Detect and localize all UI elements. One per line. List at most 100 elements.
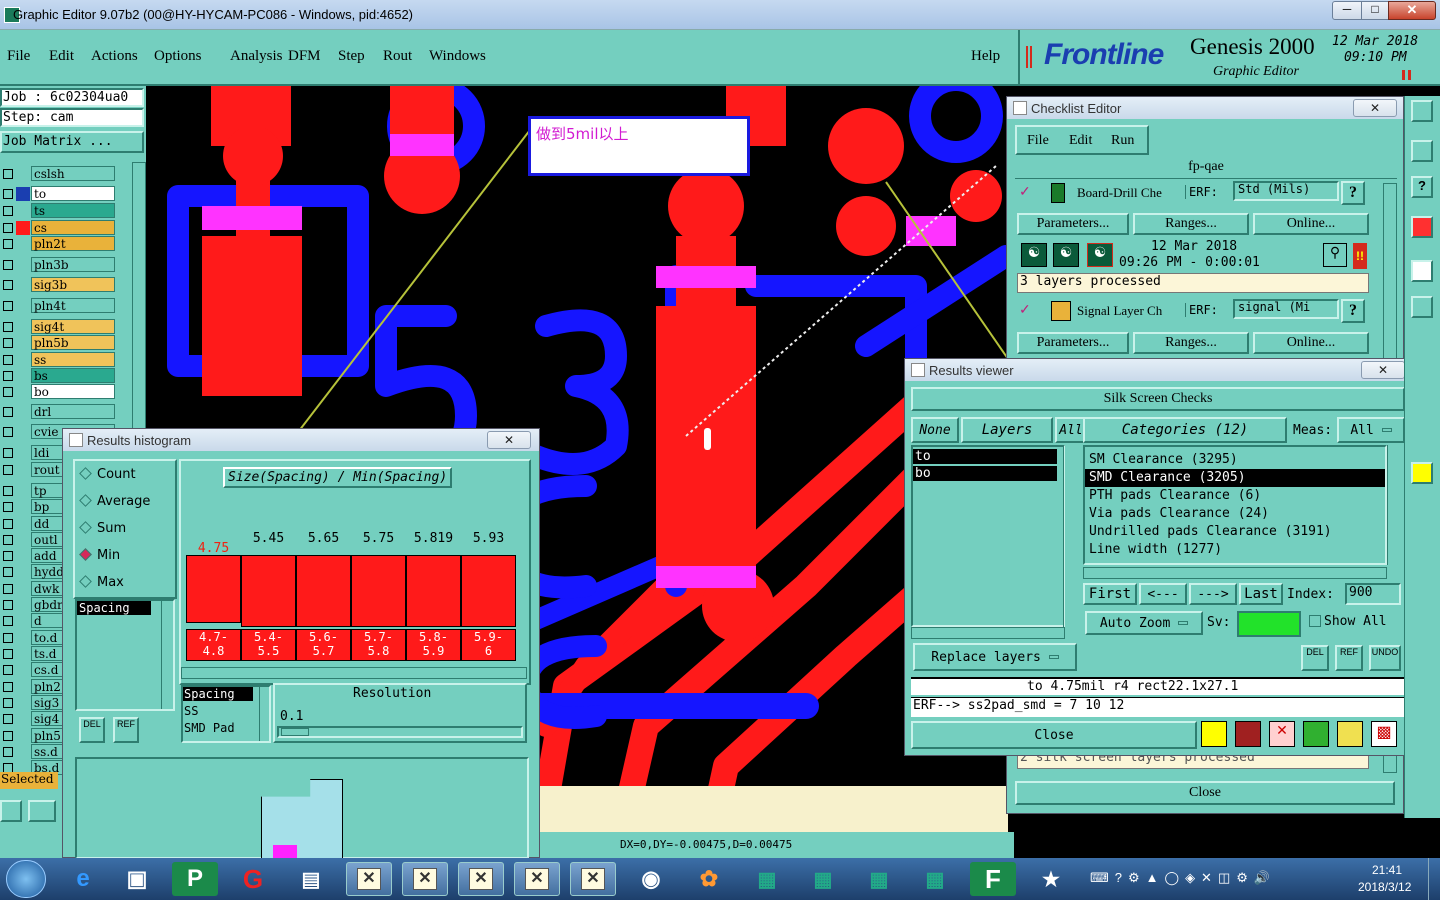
resolution-slider[interactable] — [277, 726, 523, 738]
tool-icon-1[interactable] — [1411, 100, 1433, 122]
save-icon[interactable]: ▣ — [114, 862, 160, 896]
checklist-menu-edit[interactable]: Edit — [1069, 133, 1092, 149]
option-min[interactable]: Min — [79, 548, 120, 563]
tool-help-icon[interactable]: ? — [1411, 176, 1433, 198]
histogram-bar[interactable] — [241, 555, 296, 627]
results-ref-button[interactable]: REF — [1335, 645, 1363, 671]
checklist-close-button[interactable]: Close — [1015, 781, 1395, 805]
layers-none-button[interactable]: None — [911, 417, 959, 443]
resolution-slider-handle[interactable] — [281, 728, 309, 736]
checklist-close-x-button[interactable]: ✕ — [1353, 99, 1397, 117]
taskbar-window-5[interactable]: ✕ — [570, 862, 616, 896]
check2-erf-value[interactable]: signal (Mi — [1233, 299, 1339, 319]
layer-checkbox[interactable] — [3, 600, 13, 610]
check1-parameters-button[interactable]: Parameters... — [1017, 213, 1129, 235]
layer-checkbox[interactable] — [3, 584, 13, 594]
layer-row-ts[interactable]: ts — [0, 203, 146, 220]
replace-layers-button[interactable]: Replace layers — [913, 643, 1077, 671]
layer-checkbox[interactable] — [3, 407, 13, 417]
maximize-button[interactable]: □ — [1361, 1, 1389, 20]
excel-icon-1[interactable]: ▦ — [744, 862, 790, 896]
layer-checkbox[interactable] — [3, 747, 13, 757]
layer-row-drl[interactable]: drl — [0, 404, 146, 421]
layer-checkbox[interactable] — [3, 169, 13, 179]
menu-actions[interactable]: Actions — [91, 48, 138, 65]
step-icon[interactable] — [1303, 721, 1329, 747]
layer-checkbox[interactable] — [3, 280, 13, 290]
doc-icon[interactable]: ▤ — [288, 862, 334, 896]
histogram-bar[interactable] — [406, 555, 461, 627]
option-max[interactable]: Max — [79, 575, 124, 590]
taskbar-window-3[interactable]: ✕ — [458, 862, 504, 896]
category-item[interactable]: Undrilled pads Clearance (3191) — [1085, 523, 1385, 541]
eye-app-icon[interactable]: ◉ — [628, 862, 674, 896]
layer-checkbox[interactable] — [3, 427, 13, 437]
attr-list-scrollbar[interactable] — [161, 601, 173, 709]
menu-help[interactable]: Help — [971, 48, 1000, 65]
tool-icon-7[interactable] — [1411, 462, 1433, 484]
layer-result-bo[interactable]: bo — [913, 466, 1057, 481]
layer-row-bs[interactable]: bs — [0, 368, 146, 385]
histogram-bar[interactable] — [351, 555, 406, 627]
layer-checkbox[interactable] — [3, 371, 13, 381]
layers-button[interactable]: Layers — [961, 417, 1053, 443]
excel-icon-4[interactable]: ▦ — [912, 862, 958, 896]
check1-online-button[interactable]: Online... — [1253, 213, 1369, 235]
nav-next-button[interactable]: ---> — [1189, 583, 1237, 605]
layer-tool-button[interactable] — [0, 800, 22, 822]
layer-checkbox[interactable] — [3, 387, 13, 397]
results-del-button[interactable]: DEL — [1301, 645, 1329, 671]
check1-help-button[interactable]: ? — [1341, 181, 1365, 205]
layer-checkbox[interactable] — [3, 338, 13, 348]
taskbar-window-2[interactable]: ✕ — [402, 862, 448, 896]
start-button[interactable] — [6, 860, 46, 898]
layer-checkbox[interactable] — [3, 260, 13, 270]
export-icon[interactable] — [1201, 721, 1227, 747]
layer-checkbox[interactable] — [3, 322, 13, 332]
category-scrollbar[interactable] — [1387, 445, 1399, 565]
menu-rout[interactable]: Rout — [383, 48, 412, 65]
category-item[interactable]: SM Clearance (3295) — [1085, 451, 1385, 469]
job-matrix-button[interactable]: Job Matrix ... — [0, 131, 144, 153]
layer-row-sig4t[interactable]: sig4t — [0, 319, 146, 336]
nav-prev-button[interactable]: <--- — [1139, 583, 1187, 605]
menu-windows[interactable]: Windows — [429, 48, 486, 65]
layer-result-to[interactable]: to — [913, 449, 1057, 464]
category-h-scrollbar[interactable] — [1083, 567, 1387, 579]
histogram-bar[interactable] — [461, 555, 516, 627]
histogram-icon[interactable]: ▩ — [1371, 721, 1397, 747]
layer-checkbox[interactable] — [3, 682, 13, 692]
menu-edit[interactable]: Edit — [49, 48, 74, 65]
layer-checkbox[interactable] — [3, 535, 13, 545]
layer-checkbox[interactable] — [3, 239, 13, 249]
layer-result-h-scrollbar[interactable] — [911, 627, 1065, 639]
attr-list-item-spacing[interactable]: Spacing — [77, 601, 151, 615]
lower-list-item-smd-pad[interactable]: SMD Pad — [183, 721, 269, 735]
histogram-close-button[interactable]: ✕ — [487, 431, 531, 449]
index-input[interactable]: 900 — [1345, 583, 1401, 605]
g-app-icon[interactable]: G — [230, 862, 276, 896]
show-all-checkbox[interactable] — [1309, 615, 1321, 627]
checklist-menu-file[interactable]: File — [1027, 133, 1049, 149]
layer-checkbox[interactable] — [3, 714, 13, 724]
check2-online-button[interactable]: Online... — [1253, 332, 1369, 354]
check1-erf-value[interactable]: Std (Mils) — [1233, 181, 1339, 201]
layer-checkbox[interactable] — [3, 502, 13, 512]
check2-help-button[interactable]: ? — [1341, 299, 1365, 323]
menu-step[interactable]: Step — [338, 48, 365, 65]
menu-dfm[interactable]: DFM — [288, 48, 321, 65]
layer-checkbox[interactable] — [3, 633, 13, 643]
category-item[interactable]: Line width (1277) — [1085, 541, 1385, 559]
network-app-icon[interactable]: ★ — [1028, 862, 1074, 896]
check2-checkbox-icon[interactable]: ✓ — [1019, 302, 1031, 316]
layer-row-cslsh[interactable]: cslsh — [0, 166, 146, 183]
menu-file[interactable]: File — [7, 48, 30, 65]
tool-icon-5[interactable] — [1411, 260, 1433, 282]
tool-icon-2[interactable] — [1411, 140, 1433, 162]
histogram-bar[interactable] — [186, 555, 241, 623]
layer-row-cs[interactable]: cs — [0, 220, 146, 237]
layer-checkbox[interactable] — [3, 486, 13, 496]
clear-icon[interactable]: ✕ — [1269, 721, 1295, 747]
nav-first-button[interactable]: First — [1083, 583, 1137, 605]
meas-select[interactable]: All — [1337, 417, 1405, 443]
